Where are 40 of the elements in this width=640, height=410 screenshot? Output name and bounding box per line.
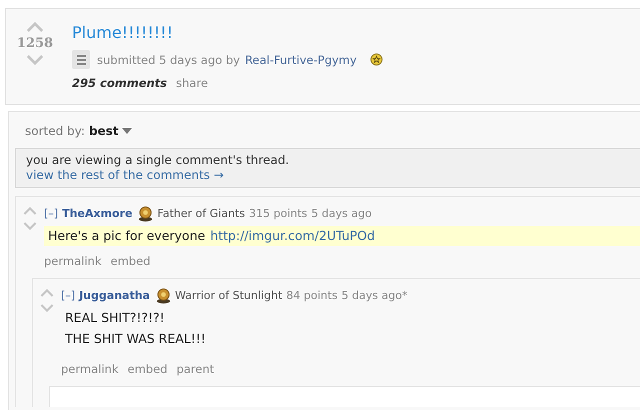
points-text: 315 points bbox=[248, 206, 308, 220]
downvote-icon[interactable] bbox=[23, 222, 37, 231]
comments-link[interactable]: 295 comments bbox=[72, 76, 168, 90]
comment-action-link[interactable]: permalink bbox=[44, 254, 102, 268]
menu-icon[interactable] bbox=[72, 50, 90, 69]
sort-label: sorted by: bbox=[25, 124, 85, 138]
comment-action-link[interactable]: permalink bbox=[61, 362, 118, 376]
author-link[interactable]: TheAxmore bbox=[62, 206, 132, 220]
post-title[interactable]: Plume!!!!!!!! bbox=[72, 23, 173, 42]
share-link[interactable]: share bbox=[176, 76, 208, 90]
comment-action-link[interactable]: embed bbox=[128, 362, 168, 376]
notice-message: you are viewing a single comment's thread. bbox=[26, 153, 290, 168]
comment-text: REAL SHIT?!?!?! bbox=[65, 310, 165, 325]
flair-text: Warrior of Stunlight bbox=[174, 288, 282, 302]
downvote-icon[interactable] bbox=[40, 304, 54, 313]
view-rest-link[interactable]: view the rest of the comments → bbox=[26, 168, 630, 183]
comment-action-link[interactable]: parent bbox=[176, 362, 214, 376]
upvote-icon[interactable] bbox=[40, 288, 54, 297]
author-link[interactable]: Real-Furtive-Pgymy bbox=[244, 52, 357, 66]
collapse-toggle[interactable]: [–] bbox=[61, 288, 76, 302]
upvote-icon[interactable] bbox=[26, 21, 44, 32]
submitted-text: submitted 5 days ago by bbox=[97, 52, 240, 66]
comment-action-link[interactable]: embed bbox=[110, 254, 150, 268]
star-badge-icon bbox=[370, 53, 383, 66]
sort-dropdown[interactable]: best bbox=[88, 124, 132, 138]
upvote-icon[interactable] bbox=[23, 206, 37, 215]
points-text: 84 points bbox=[286, 288, 338, 302]
downvote-icon[interactable] bbox=[26, 55, 44, 66]
flair-icon bbox=[156, 286, 171, 304]
author-link[interactable]: Jugganatha bbox=[79, 288, 150, 302]
timestamp: 5 days ago bbox=[311, 206, 372, 220]
timestamp: 5 days ago* bbox=[342, 288, 408, 302]
comment-text: Here's a pic for everyone bbox=[48, 228, 206, 243]
collapse-toggle[interactable]: [–] bbox=[44, 206, 58, 220]
post-score: 1258 bbox=[16, 36, 54, 51]
caret-icon bbox=[122, 128, 132, 134]
comment-link[interactable]: http://imgur.com/2UTuPOd bbox=[210, 228, 375, 243]
flair-icon bbox=[138, 204, 154, 222]
flair-text: Father of Giants bbox=[157, 206, 245, 220]
comment-text: THE SHIT WAS REAL!!! bbox=[65, 331, 206, 346]
